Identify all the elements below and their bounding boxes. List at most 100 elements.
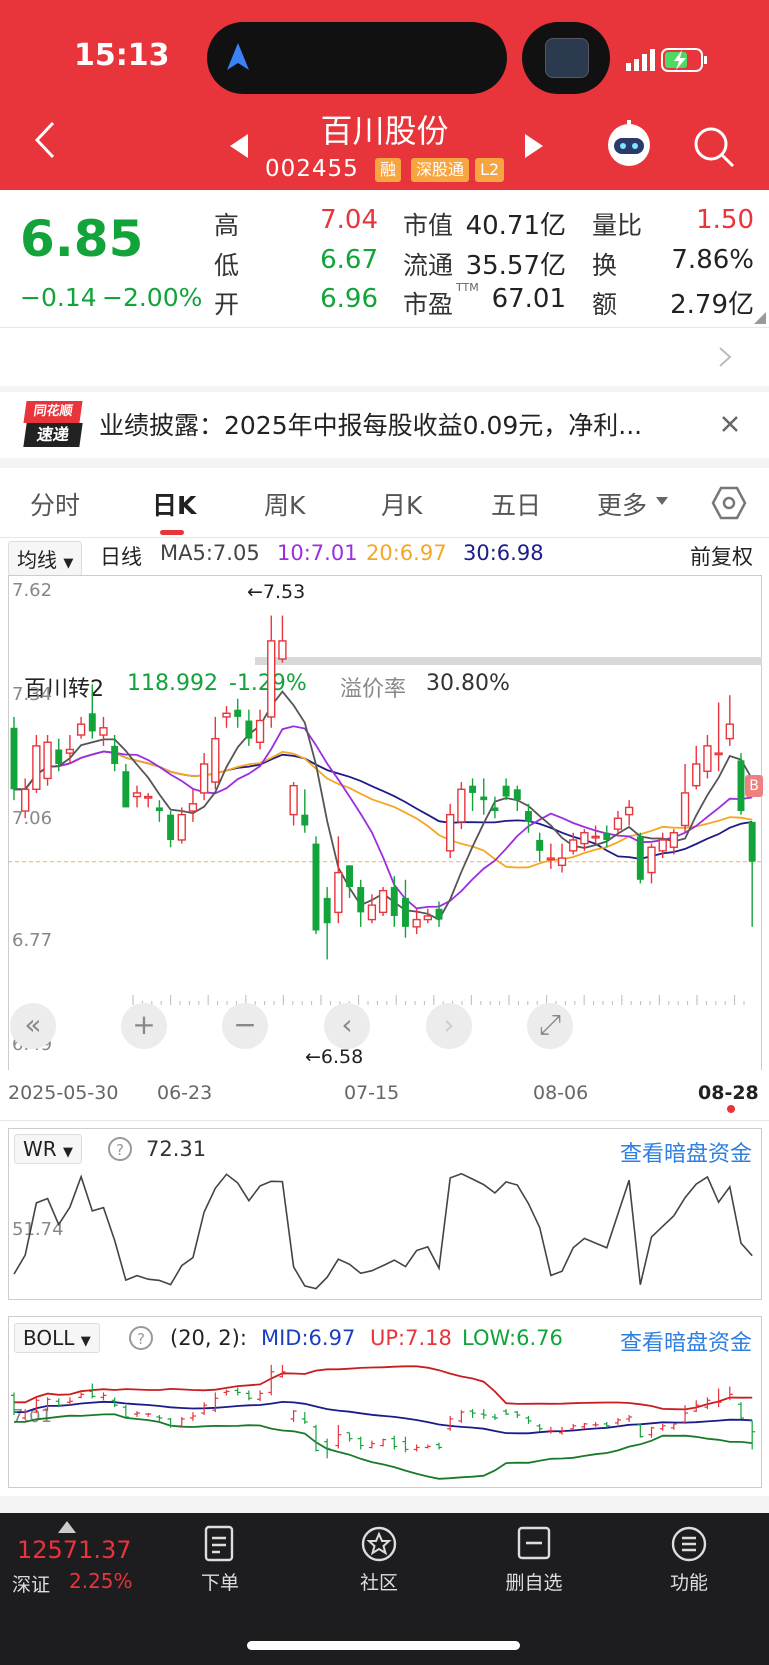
minus-box-icon — [517, 1526, 551, 1560]
wr-chart — [13, 1172, 753, 1290]
tab-monthly-k[interactable]: 月K — [381, 486, 422, 522]
candle-body — [412, 918, 421, 928]
connect-tag: 深股通 — [411, 158, 470, 182]
zoom-out-icon[interactable]: − — [222, 1003, 268, 1049]
close-icon[interactable] — [720, 414, 740, 434]
kline-chart[interactable] — [8, 575, 762, 1070]
tab-five-day[interactable]: 五日 — [491, 486, 541, 522]
buy-flag: B — [745, 775, 763, 797]
navigation-arrow-icon — [227, 43, 249, 70]
nav-functions[interactable]: 功能 — [639, 1525, 739, 1595]
tab-more[interactable]: 更多 — [597, 486, 647, 522]
candle-body — [703, 745, 712, 772]
candle-body — [199, 763, 209, 794]
home-indicator — [247, 1641, 520, 1650]
candle-body — [624, 806, 634, 816]
index-value[interactable]: 12571.37 — [17, 1536, 132, 1564]
candle-body — [469, 785, 477, 793]
tab-daily-k[interactable]: 日K — [152, 486, 196, 522]
adjust-mode[interactable]: 前复权 — [690, 541, 753, 571]
next-stock-icon[interactable] — [523, 133, 545, 159]
scroll-start-icon[interactable]: « — [10, 1003, 56, 1049]
order-icon — [204, 1525, 234, 1562]
candle-body — [167, 814, 175, 840]
resistance-band — [255, 657, 762, 665]
status-time: 15:13 — [74, 38, 170, 73]
candle-body — [502, 785, 510, 797]
candle-body — [255, 719, 265, 743]
search-icon[interactable] — [692, 125, 736, 169]
pe-label: 市盈 — [403, 290, 454, 319]
nav-remove-watchlist[interactable]: 删自选 — [484, 1525, 584, 1595]
open-value: 6.96 — [320, 284, 378, 314]
candle-body — [88, 713, 96, 732]
candle-body — [390, 887, 398, 916]
scroll-left-icon[interactable]: ‹ — [324, 1003, 370, 1049]
index-up-arrow-icon — [58, 1521, 76, 1533]
dynamic-island — [207, 22, 507, 94]
price-change-pct: −2.00% — [102, 283, 203, 312]
index-pct: 2.25% — [69, 1569, 133, 1593]
expand-corner-icon[interactable] — [754, 312, 766, 324]
nav-order[interactable]: 下单 — [170, 1525, 270, 1595]
section-gap — [0, 1496, 769, 1513]
news-banner[interactable]: 同花顺 速递 业绩披露：2025年中报每股收益0.09元，净利... — [0, 392, 769, 458]
zoom-in-icon[interactable]: + — [121, 1003, 167, 1049]
candle-body — [111, 745, 119, 764]
candle-body — [692, 763, 701, 787]
convertible-bond-row[interactable]: 百川转2 118.992 -1.29% 溢价率 30.80% — [0, 328, 769, 702]
ths-news-logo-icon: 同花顺 速递 — [23, 401, 83, 449]
y-tick-label: 7.34 — [12, 684, 53, 705]
candle-body — [557, 857, 567, 867]
menu-circle-icon — [671, 1526, 707, 1562]
nav-community[interactable]: 社区 — [329, 1525, 429, 1595]
candle-body — [647, 846, 656, 874]
tab-weekly-k[interactable]: 周K — [264, 486, 305, 522]
current-date-dot — [727, 1105, 735, 1113]
ma-selector[interactable]: 均线 ▼ — [8, 541, 83, 576]
candle-body — [569, 839, 578, 852]
candle-body — [748, 821, 756, 862]
candle-body — [245, 720, 253, 739]
candle-body — [680, 792, 690, 827]
date-label: 06-23 — [157, 1082, 213, 1104]
candle-body — [357, 887, 365, 913]
scroll-right-icon[interactable]: › — [426, 1003, 472, 1049]
min-price-label: ←6.58 — [305, 1046, 364, 1068]
candle-body — [188, 803, 198, 812]
turnover-value: 7.86% — [671, 245, 754, 275]
stock-code: 002455 — [265, 156, 359, 182]
candle-body — [725, 723, 734, 740]
candle-body — [457, 788, 466, 823]
current-price: 6.85 — [20, 210, 144, 268]
max-price-label: ←7.53 — [247, 581, 306, 603]
volume-ratio-value: 1.50 — [696, 205, 754, 235]
caret-down-icon: ▼ — [63, 556, 74, 571]
candle-body — [132, 792, 142, 798]
ma5-value: MA5:7.05 — [160, 541, 260, 565]
signal-battery-icon — [626, 48, 707, 72]
date-label: 08-06 — [533, 1082, 589, 1104]
mcap-value: 40.71亿 — [465, 211, 566, 241]
candle-body — [346, 865, 353, 888]
candle-body — [222, 712, 231, 718]
candle-body — [580, 832, 589, 845]
fullscreen-icon[interactable]: ⤢ — [527, 1003, 573, 1049]
candle-body — [10, 727, 18, 790]
robot-assistant-icon[interactable] — [604, 118, 654, 168]
section-gap — [0, 458, 769, 468]
tab-intraday[interactable]: 分时 — [30, 486, 80, 522]
candle-body — [636, 836, 644, 880]
candle-body — [43, 741, 52, 780]
candle-body — [301, 814, 309, 826]
pe-ttm-sup: TTM — [456, 281, 479, 294]
candle-body — [155, 807, 163, 812]
ma10-value: 10:7.01 — [277, 541, 358, 565]
news-text: 业绩披露：2025年中报每股收益0.09元，净利... — [99, 411, 643, 440]
float-label: 流通 — [403, 251, 454, 280]
candle-body — [278, 640, 287, 660]
candle-body — [378, 889, 388, 914]
candle-body — [714, 752, 723, 756]
settings-hex-icon[interactable] — [711, 485, 747, 521]
candle-body — [546, 857, 556, 861]
